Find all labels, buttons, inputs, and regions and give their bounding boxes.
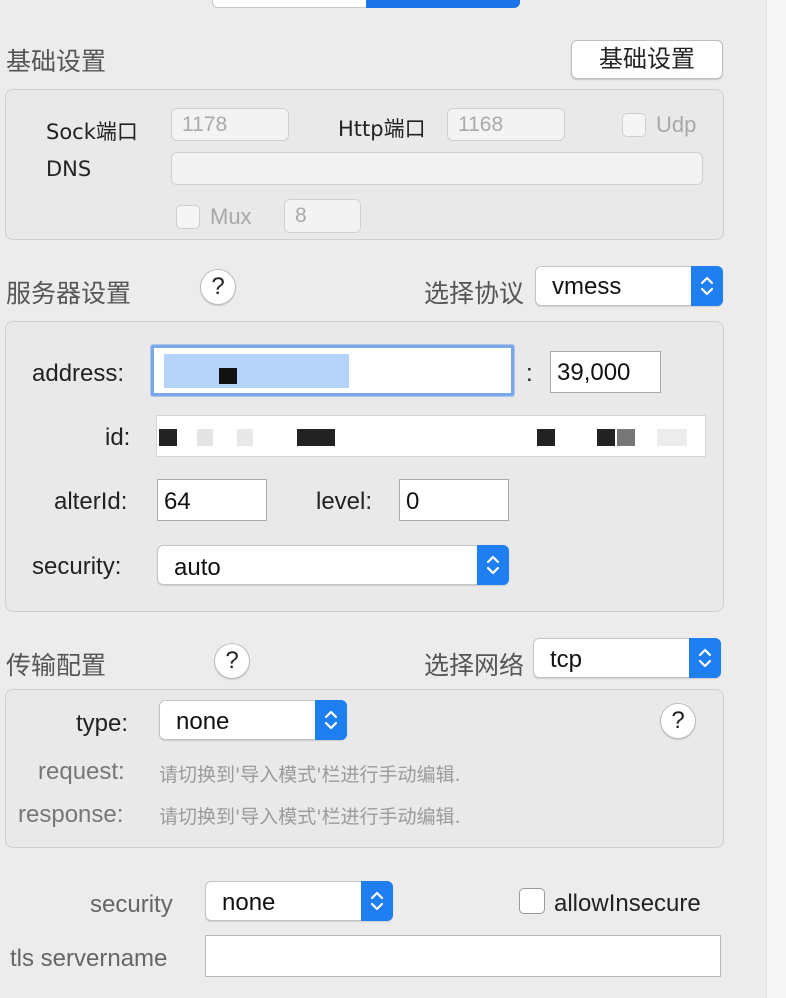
protocol-label: 选择协议 <box>424 279 525 308</box>
redaction-mark <box>537 429 555 446</box>
redaction-mark <box>159 429 177 446</box>
response-hint: 请切换到'导入模式'栏进行手动编辑. <box>159 806 461 828</box>
tls-servername-field[interactable] <box>205 935 721 977</box>
protocol-select-value: vmess <box>552 273 622 300</box>
address-label: address: <box>32 360 125 387</box>
level-label: level: <box>316 488 373 515</box>
sock-port-field[interactable]: 1178 <box>171 108 289 141</box>
tls-security-label: security <box>90 891 173 918</box>
network-label: 选择网络 <box>424 651 525 680</box>
redacted-address <box>164 354 349 388</box>
window-edge-strip <box>766 0 786 998</box>
port-separator: : <box>526 360 533 387</box>
server-help-icon[interactable]: ? <box>200 269 236 305</box>
redaction-mark <box>617 429 635 446</box>
level-field[interactable]: 0 <box>399 479 509 521</box>
id-label: id: <box>105 424 131 451</box>
udp-label: Udp <box>656 112 697 137</box>
request-label: request: <box>38 758 125 785</box>
udp-checkbox[interactable] <box>622 113 646 137</box>
segment-right-selected[interactable] <box>366 0 520 8</box>
chevron-up-down-icon <box>315 700 347 740</box>
allow-insecure-label: allowInsecure <box>554 890 701 917</box>
request-hint: 请切换到'导入模式'栏进行手动编辑. <box>159 764 461 786</box>
dns-field[interactable] <box>171 152 703 185</box>
response-label: response: <box>18 801 124 828</box>
transport-settings-title: 传输配置 <box>6 651 107 680</box>
mux-checkbox[interactable] <box>176 205 200 229</box>
security-select[interactable]: auto <box>157 545 509 585</box>
redaction-mark <box>297 429 335 446</box>
type-select-value: none <box>176 708 230 735</box>
dns-label: DNS <box>46 157 92 181</box>
basic-settings-button[interactable]: 基础设置 <box>571 40 723 79</box>
server-settings-title: 服务器设置 <box>6 279 132 308</box>
chevron-up-down-icon <box>361 881 393 921</box>
chevron-up-down-icon <box>691 266 723 306</box>
redaction-mark <box>197 429 213 446</box>
http-port-field[interactable]: 1168 <box>447 108 565 141</box>
allow-insecure-checkbox[interactable] <box>519 888 545 914</box>
http-port-label: Http端口 <box>338 117 426 141</box>
redaction-mark <box>237 429 253 446</box>
chevron-up-down-icon <box>477 545 509 585</box>
alterid-field[interactable]: 64 <box>157 479 267 521</box>
alterid-label: alterId: <box>54 488 128 515</box>
type-help-icon[interactable]: ? <box>660 703 696 739</box>
basic-settings-title: 基础设置 <box>6 47 107 76</box>
segment-left[interactable] <box>212 0 368 8</box>
redaction-mark <box>597 429 615 446</box>
tls-security-select-value: none <box>222 889 276 916</box>
sock-port-label: Sock端口 <box>46 120 138 144</box>
address-field[interactable] <box>151 345 514 396</box>
protocol-select[interactable]: vmess <box>535 266 723 306</box>
type-select[interactable]: none <box>159 700 347 740</box>
transport-help-icon[interactable]: ? <box>214 643 250 679</box>
tls-servername-label: tls servername <box>10 945 168 972</box>
mux-label: Mux <box>210 204 252 229</box>
type-label: type: <box>76 710 129 737</box>
tls-security-select[interactable]: none <box>205 881 393 921</box>
security-label: security: <box>32 553 122 580</box>
mux-concurrency-field[interactable]: 8 <box>284 199 361 233</box>
id-field[interactable] <box>156 415 706 457</box>
chevron-up-down-icon <box>689 638 721 678</box>
port-field[interactable]: 39,000 <box>550 351 661 393</box>
security-select-value: auto <box>174 554 221 581</box>
network-select-value: tcp <box>550 646 583 673</box>
network-select[interactable]: tcp <box>533 638 721 678</box>
redaction-mark <box>219 368 237 384</box>
redaction-mark <box>657 429 687 446</box>
